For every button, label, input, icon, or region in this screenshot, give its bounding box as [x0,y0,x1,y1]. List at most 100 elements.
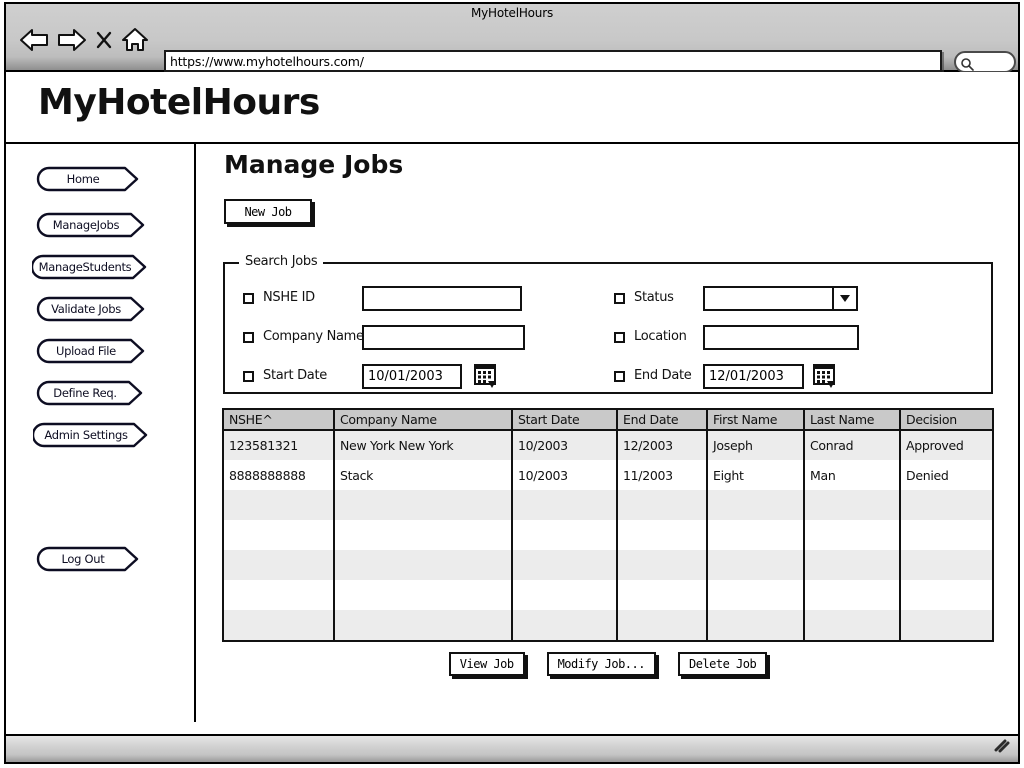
cell-company-name [334,610,513,640]
job-action-buttons: View Job Modify Job... Delete Job [222,652,994,680]
sidebar-item-validate-jobs[interactable]: Validate Jobs [36,296,146,322]
address-text: https://www.myhotelhours.com/ [170,54,364,69]
cell-company-name: New York New York [334,430,513,460]
end-date-calendar-icon[interactable] [812,362,838,394]
cell-decision: Denied [900,460,992,490]
sidebar-item-admin-settings[interactable]: Admin Settings [31,422,149,448]
cell-last-name [804,520,901,550]
sidebar-item-label: Log Out [61,552,105,566]
cell-first-name [707,520,805,550]
cell-end-date [617,610,708,640]
delete-job-button[interactable]: Delete Job [677,652,768,676]
browser-search-box[interactable] [954,51,1016,73]
stop-x-icon[interactable] [94,27,114,53]
table-row[interactable]: 123581321 New York New York 10/2003 12/2… [224,430,992,460]
status-select[interactable] [703,286,858,311]
cell-company-name: Stack [334,460,513,490]
column-header-nshe[interactable]: NSHE^ [224,410,335,431]
forward-arrow-icon[interactable] [56,27,88,53]
address-input[interactable]: https://www.myhotelhours.com/ [164,50,942,72]
cell-company-name [334,580,513,610]
resize-grip-icon[interactable] [994,738,1010,757]
cell-first-name [707,610,805,640]
cell-first-name [707,550,805,580]
cell-start-date: 10/2003 [512,460,618,490]
cell-decision [900,610,992,640]
cell-nshe [224,550,335,580]
table-row[interactable] [224,610,992,640]
column-header-company-name[interactable]: Company Name [334,410,513,431]
sidebar-item-home[interactable]: Home [36,166,140,192]
cell-end-date [617,490,708,520]
table-row[interactable] [224,520,992,550]
browser-chrome: MyHotelHours https://www.myhotelhours.co… [6,4,1018,73]
start-date-input[interactable] [362,364,462,389]
home-icon[interactable] [120,26,150,54]
cell-start-date: 10/2003 [512,430,618,460]
sidebar-item-label: Home [66,172,100,186]
table-row[interactable] [224,490,992,520]
sidebar-item-managejobs[interactable]: ManageJobs [36,212,146,238]
table-row[interactable] [224,580,992,610]
cell-last-name: Conrad [804,430,901,460]
status-bar [6,734,1018,762]
cell-company-name [334,490,513,520]
cell-nshe [224,580,335,610]
browser-toolbar: https://www.myhotelhours.com/ [6,22,1018,73]
sidebar-item-label: ManageStudents [38,260,132,274]
content-area: Home ManageJobs ManageStudents Validate … [6,144,1018,734]
back-arrow-icon[interactable] [18,27,50,53]
sidebar-item-log-out[interactable]: Log Out [36,546,140,572]
sidebar-item-label: Admin Settings [44,428,128,442]
cell-decision [900,550,992,580]
cell-company-name [334,520,513,550]
window-title: MyHotelHours [471,6,553,20]
column-header-end-date[interactable]: End Date [617,410,708,431]
end-date-checkbox[interactable] [614,371,625,382]
table-row[interactable] [224,550,992,580]
new-job-button[interactable]: New Job [224,199,312,224]
cell-end-date [617,520,708,550]
cell-last-name [804,490,901,520]
cell-decision [900,490,992,520]
view-job-button[interactable]: View Job [448,652,525,676]
sidebar-item-upload-file[interactable]: Upload File [36,338,146,364]
nshe-id-input[interactable] [362,286,522,311]
sidebar-item-managestudents[interactable]: ManageStudents [30,254,148,280]
browser-window: MyHotelHours https://www.myhotelhours.co… [4,2,1020,764]
modify-job-button[interactable]: Modify Job... [546,652,656,676]
cell-first-name [707,490,805,520]
status-checkbox[interactable] [614,293,625,304]
cell-start-date [512,520,618,550]
table-row[interactable]: 8888888888 Stack 10/2003 11/2003 Eight M… [224,460,992,490]
main-panel: Manage Jobs New Job Search Jobs NSHE ID … [196,144,1018,734]
cell-nshe [224,610,335,640]
start-date-checkbox[interactable] [243,371,254,382]
cell-nshe: 123581321 [224,430,335,460]
results-table-container[interactable]: NSHE^ Company Name Start Date End Date F… [222,408,994,642]
company-name-input[interactable] [362,325,525,350]
sidebar-item-label: Define Req. [53,386,117,400]
cell-last-name [804,550,901,580]
column-header-first-name[interactable]: First Name [707,410,805,431]
column-header-decision[interactable]: Decision [900,410,992,431]
cell-company-name [334,550,513,580]
sidebar-item-label: ManageJobs [52,218,120,232]
nshe-id-checkbox[interactable] [243,293,254,304]
cell-first-name [707,580,805,610]
chevron-down-icon [832,288,856,309]
end-date-input[interactable] [703,364,804,389]
start-date-calendar-icon[interactable] [473,362,499,394]
search-row-2: Company Name Location [225,325,991,351]
location-checkbox[interactable] [614,332,625,343]
location-input[interactable] [703,325,859,350]
sidebar-item-label: Validate Jobs [51,302,121,316]
search-row-1: NSHE ID Status [225,286,991,312]
column-header-start-date[interactable]: Start Date [512,410,618,431]
results-table: NSHE^ Company Name Start Date End Date F… [224,410,992,640]
company-name-checkbox[interactable] [243,332,254,343]
sidebar-item-define-req[interactable]: Define Req. [36,380,144,406]
cell-start-date [512,610,618,640]
column-header-last-name[interactable]: Last Name [804,410,901,431]
cell-start-date [512,490,618,520]
